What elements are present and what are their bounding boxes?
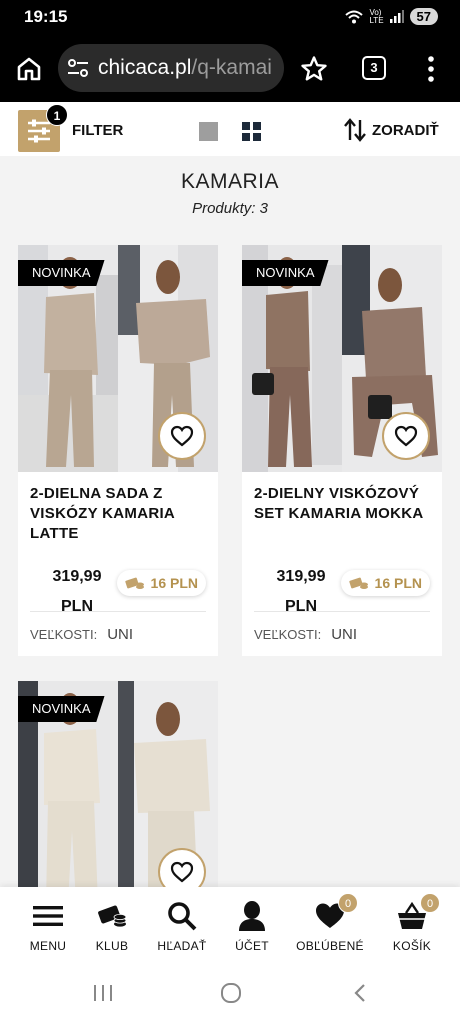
nav-menu-label: MENU xyxy=(29,939,67,953)
signal-icon xyxy=(389,10,404,23)
sizes-value: UNI xyxy=(107,625,134,643)
tab-switcher-button[interactable]: 3 xyxy=(362,56,386,80)
nav-account-label: ÚČET xyxy=(235,939,269,953)
price-currency: PLN xyxy=(285,598,317,615)
search-icon xyxy=(168,902,197,931)
account-icon xyxy=(239,901,265,931)
home-icon[interactable] xyxy=(16,56,42,82)
heart-icon xyxy=(170,861,194,883)
cart-count-badge: 0 xyxy=(420,893,440,913)
heart-icon xyxy=(170,425,194,447)
browser-toolbar: chicaca.pl/q-kamai 3 xyxy=(0,36,460,102)
product-count: Produkty: 3 xyxy=(192,200,268,217)
club-points-value: 16 PLN xyxy=(150,575,198,591)
club-points-badge: 16 PLN xyxy=(340,570,430,596)
price-row: 319,99 PLN 16 PLN xyxy=(254,562,430,615)
product-card[interactable]: NOVINKA xyxy=(18,681,218,887)
battery-indicator: 57 xyxy=(409,8,438,25)
club-points-badge: 16 PLN xyxy=(116,570,206,596)
grid-view-icon[interactable] xyxy=(242,122,261,141)
club-points-value: 16 PLN xyxy=(374,575,422,591)
volte-indicator: Vo) LTE xyxy=(369,7,384,25)
nav-favorites-label: OBĽÚBENÉ xyxy=(296,939,364,953)
nav-account[interactable]: ÚČET xyxy=(217,899,287,953)
product-card[interactable]: NOVINKA 2-DIELNA SADA Z VISKÓZY KAMARIA … xyxy=(18,245,218,656)
recent-apps-icon[interactable] xyxy=(92,983,114,1003)
price-amount: 319,99 xyxy=(52,568,102,585)
filter-bar: 1 FILTER ZORADIŤ xyxy=(0,102,460,156)
url-text: chicaca.pl/q-kamai xyxy=(98,56,272,80)
nav-cart[interactable]: 0 KOŠÍK xyxy=(377,893,447,953)
url-domain: chicaca.pl xyxy=(98,56,192,79)
bottom-navigation: MENU KLUB HĽADAŤ ÚČET 0 OBĽÚBENÉ 0 KOŠÍK xyxy=(0,887,460,961)
url-path: /q-kamai xyxy=(191,56,272,79)
sort-label: ZORADIŤ xyxy=(372,121,439,139)
sizes-label: VEĽKOSTI: xyxy=(30,626,98,642)
sizes-label: VEĽKOSTI: xyxy=(254,626,322,642)
results-title: KAMARIA xyxy=(180,170,280,193)
add-to-wishlist-button[interactable] xyxy=(158,412,206,460)
menu-icon xyxy=(33,906,63,926)
product-price: 319,99 PLN xyxy=(254,562,348,622)
product-image[interactable]: NOVINKA xyxy=(18,681,218,887)
sort-arrows-icon xyxy=(344,118,366,142)
nav-cart-label: KOŠÍK xyxy=(392,939,432,953)
product-name[interactable]: 2-DIELNA SADA Z VISKÓZY KAMARIA LATTE xyxy=(18,472,218,562)
nav-favorites[interactable]: 0 OBĽÚBENÉ xyxy=(295,893,365,953)
product-image[interactable]: NOVINKA xyxy=(242,245,442,472)
sizes-value: UNI xyxy=(331,625,358,643)
status-bar: 19:15 Vo) LTE 57 xyxy=(0,0,460,36)
price-currency: PLN xyxy=(61,598,93,615)
product-image[interactable]: NOVINKA xyxy=(18,245,218,472)
price-row: 319,99 PLN 16 PLN xyxy=(30,562,206,615)
page-content: VÝSLEDKY VYHĽADÁVANIA PRE: 1 FILTER xyxy=(0,102,460,887)
coins-icon xyxy=(348,577,368,589)
new-badge: NOVINKA xyxy=(18,696,105,722)
nav-search-label: HĽADAŤ xyxy=(157,939,207,953)
product-price: 319,99 PLN xyxy=(30,562,124,622)
price-amount: 319,99 xyxy=(276,568,326,585)
nav-menu[interactable]: MENU xyxy=(13,899,83,953)
add-to-wishlist-button[interactable] xyxy=(382,412,430,460)
heart-icon xyxy=(394,425,418,447)
coins-icon xyxy=(124,577,144,589)
product-name[interactable]: 2-DIELNY VISKÓZOVÝ SET KAMARIA MOKKA xyxy=(242,472,442,562)
nav-club-label: KLUB xyxy=(95,939,129,953)
nav-search[interactable]: HĽADAŤ xyxy=(147,899,217,953)
club-icon xyxy=(98,905,127,927)
more-options-icon[interactable] xyxy=(421,54,441,84)
nav-club[interactable]: KLUB xyxy=(77,899,147,953)
system-navigation-bar xyxy=(0,961,460,1022)
bookmark-star-icon[interactable] xyxy=(300,55,328,83)
back-icon[interactable] xyxy=(352,983,368,1003)
status-icons: Vo) LTE 57 xyxy=(345,8,438,25)
filter-count-badge: 1 xyxy=(46,104,68,126)
new-badge: NOVINKA xyxy=(242,260,329,286)
favorites-count-badge: 0 xyxy=(338,893,358,913)
site-settings-icon[interactable] xyxy=(66,58,90,78)
status-time: 19:15 xyxy=(24,7,68,26)
single-column-view-icon[interactable] xyxy=(199,122,218,141)
sort-button[interactable]: ZORADIŤ xyxy=(342,116,439,144)
product-card[interactable]: NOVINKA 2-DIELNY VISKÓZOVÝ SET KAMARIA M… xyxy=(242,245,442,656)
new-badge: NOVINKA xyxy=(18,260,105,286)
home-circle-icon[interactable] xyxy=(220,982,242,1004)
filter-label[interactable]: FILTER xyxy=(72,122,123,139)
wifi-icon xyxy=(345,10,364,23)
address-bar[interactable]: chicaca.pl/q-kamai xyxy=(58,44,284,92)
